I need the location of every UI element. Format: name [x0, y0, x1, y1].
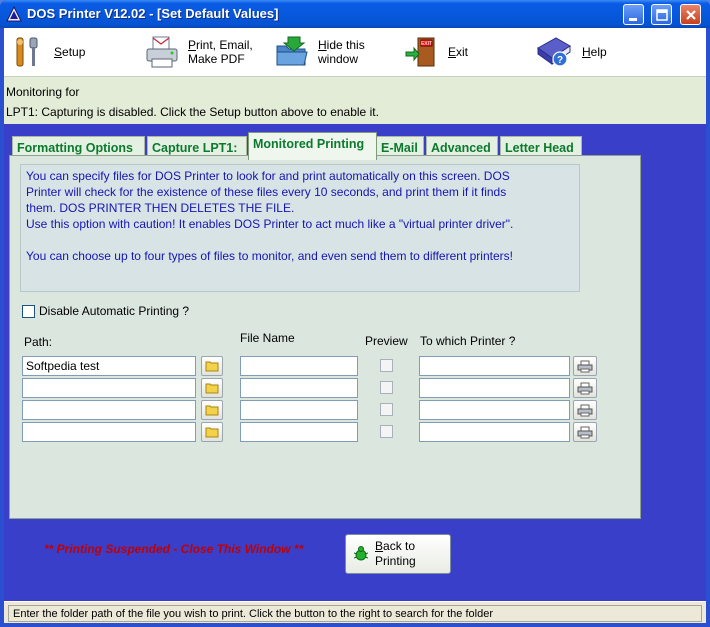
printer-email-icon [146, 36, 178, 68]
window-title: DOS Printer V12.02 - [Set Default Values… [27, 6, 279, 21]
printer-column-header: To which Printer ? [420, 334, 516, 348]
green-bug-icon [353, 546, 369, 561]
close-button[interactable] [680, 4, 701, 25]
preview-checkbox[interactable] [380, 425, 393, 438]
table-row [20, 422, 620, 442]
printer-input[interactable] [419, 378, 570, 398]
tab-monitored-printing[interactable]: Monitored Printing [248, 132, 377, 160]
description-line: Use this option with caution! It enables… [26, 217, 514, 231]
file-name-input[interactable] [240, 378, 358, 398]
minimize-button[interactable] [623, 4, 644, 25]
file-name-input[interactable] [240, 356, 358, 376]
description-line: them. DOS PRINTER THEN DELETES THE FILE. [26, 201, 295, 215]
status-bar-text: Enter the folder path of the file you wi… [8, 605, 702, 622]
disable-automatic-printing-label: Disable Automatic Printing ? [39, 304, 190, 318]
disable-automatic-printing-row[interactable]: Disable Automatic Printing ? [22, 304, 189, 318]
description-line: Printer will check for the existence of … [26, 185, 507, 199]
file-name-input[interactable] [240, 422, 358, 442]
browse-folder-button[interactable] [201, 422, 223, 442]
status-bar: Enter the folder path of the file you wi… [4, 601, 706, 623]
description-box: You can specify files for DOS Printer to… [20, 164, 580, 292]
browse-folder-button[interactable] [201, 400, 223, 420]
setup-tools-icon [16, 37, 38, 67]
select-printer-button[interactable] [573, 400, 597, 420]
monitoring-info-panel: Monitoring for LPT1: Capturing is disabl… [4, 76, 706, 124]
description-line: You can choose up to four types of files… [26, 249, 513, 263]
maximize-button[interactable] [651, 4, 672, 25]
disable-automatic-printing-checkbox[interactable] [22, 304, 35, 318]
title-bar[interactable]: DOS Printer V12.02 - [Set Default Values… [0, 0, 710, 28]
capture-status-text: LPT1: Capturing is disabled. Click the S… [6, 105, 379, 119]
help-book-icon: ? [537, 37, 571, 67]
back-to-printing-button[interactable]: Back to Printing [345, 534, 451, 574]
help-button[interactable]: ? Help [534, 30, 607, 74]
printer-input[interactable] [419, 400, 570, 420]
toolbar: Setup Print, Email, Make PDF Hide this w… [4, 28, 706, 76]
main-area: Formatting Options Capture LPT1: Monitor… [4, 124, 706, 601]
select-printer-button[interactable] [573, 356, 597, 376]
path-input[interactable]: Softpedia test [22, 356, 196, 376]
table-row: Softpedia test [20, 356, 620, 376]
browse-folder-button[interactable] [201, 356, 223, 376]
setup-button[interactable]: Setup [10, 30, 85, 74]
path-input[interactable] [22, 378, 196, 398]
select-printer-button[interactable] [573, 422, 597, 442]
path-input[interactable] [22, 400, 196, 420]
folder-icon [205, 361, 219, 372]
printer-icon [577, 382, 593, 395]
print-email-pdf-button[interactable]: Print, Email, Make PDF [144, 30, 253, 74]
svg-text:?: ? [557, 55, 563, 66]
folder-icon [205, 405, 219, 416]
preview-checkbox[interactable] [380, 381, 393, 394]
preview-checkbox[interactable] [380, 359, 393, 372]
dos-printer-app-icon [6, 6, 22, 22]
close-icon [686, 10, 696, 20]
path-column-header: Path: [24, 335, 53, 349]
hide-window-button[interactable]: Hide this window [274, 30, 365, 74]
file-name-column-header: File Name [240, 331, 295, 345]
printer-icon [577, 404, 593, 417]
folder-icon [205, 427, 219, 438]
printer-icon [577, 426, 593, 439]
description-line: You can specify files for DOS Printer to… [26, 169, 510, 183]
exit-door-icon: EXIT [405, 37, 435, 67]
select-printer-button[interactable] [573, 378, 597, 398]
preview-checkbox[interactable] [380, 403, 393, 416]
table-row [20, 400, 620, 420]
path-input[interactable] [22, 422, 196, 442]
folder-arrow-icon [276, 36, 308, 66]
monitoring-label: Monitoring for [6, 85, 80, 99]
printing-suspended-notice: ** Printing Suspended - Close This Windo… [44, 542, 304, 556]
bottom-area: ** Printing Suspended - Close This Windo… [4, 524, 706, 601]
maximize-icon [656, 9, 668, 21]
minimize-icon [629, 18, 637, 21]
printer-icon [577, 360, 593, 373]
svg-text:EXIT: EXIT [421, 41, 432, 47]
table-row [20, 378, 620, 398]
folder-icon [205, 383, 219, 394]
printer-input[interactable] [419, 422, 570, 442]
application-window: DOS Printer V12.02 - [Set Default Values… [0, 0, 710, 627]
file-name-input[interactable] [240, 400, 358, 420]
printer-input[interactable] [419, 356, 570, 376]
exit-button[interactable]: EXIT Exit [404, 30, 468, 74]
monitored-printing-panel: You can specify files for DOS Printer to… [9, 155, 641, 519]
preview-column-header: Preview [365, 334, 408, 348]
browse-folder-button[interactable] [201, 378, 223, 398]
